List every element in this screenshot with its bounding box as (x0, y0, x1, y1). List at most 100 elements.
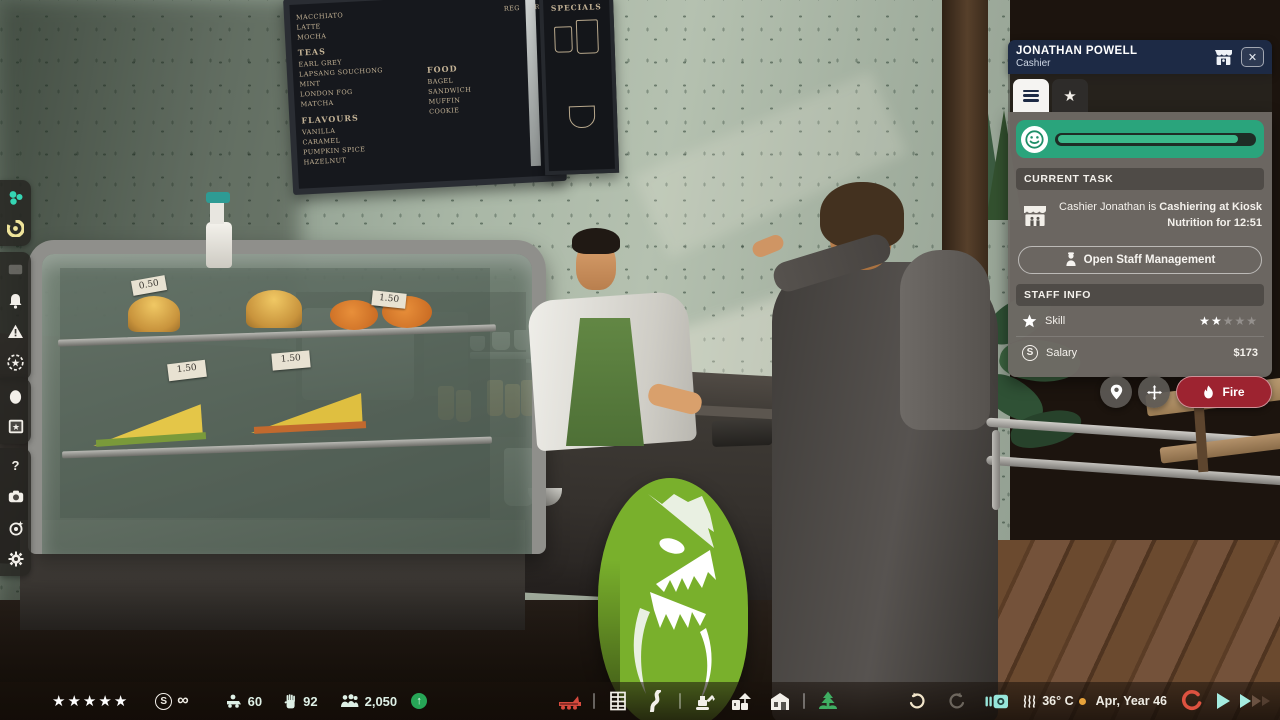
inbox-icon[interactable] (7, 261, 24, 278)
tab-overview[interactable] (1013, 79, 1049, 112)
undo-button[interactable] (902, 689, 932, 713)
play-button[interactable] (1217, 693, 1230, 709)
facilities-tool-button[interactable] (727, 689, 757, 713)
metal-rail (986, 456, 1280, 486)
challenges-star-icon[interactable]: ★ (7, 354, 24, 371)
workplace-shop-button[interactable] (1211, 46, 1235, 68)
salary-label: Salary (1046, 347, 1226, 359)
current-task-text: Cashier Jonathan is Cashiering at Kiosk … (1056, 200, 1262, 232)
happiness-smiley-icon (1021, 126, 1048, 153)
menu-food-list: BAGELSANDWICHMUFFINCOOKIE (427, 73, 499, 117)
scenery-tool-button[interactable] (765, 689, 795, 713)
salary-row: S Salary $173 (1016, 336, 1264, 369)
camera-mode-button[interactable] (982, 689, 1012, 713)
help-glyph: ? (12, 458, 20, 473)
money-coin-icon: S (155, 693, 172, 710)
spray-bottle-neck (210, 200, 224, 224)
fast-forward-icon-dim (1252, 695, 1261, 707)
funds-display[interactable]: S ∞ (155, 692, 188, 710)
park-management-icon[interactable] (7, 220, 24, 237)
rides-tool-button[interactable] (555, 689, 585, 713)
undo-icon (908, 692, 926, 710)
ride-icon (225, 694, 242, 708)
building-icon (768, 691, 792, 711)
menu-coffee-list: MACCHIATOLATTEMOCHA (296, 6, 415, 42)
skill-label: Skill (1045, 315, 1191, 327)
camera-icon[interactable] (7, 488, 24, 505)
track-grid-icon (609, 691, 627, 711)
photo-mode-icon[interactable] (7, 519, 24, 536)
kiosk-icon (1022, 204, 1048, 228)
funds-value: ∞ (177, 692, 188, 710)
locate-staff-button[interactable] (1100, 376, 1132, 408)
rides-stat[interactable]: 60 (225, 694, 262, 709)
spray-bottle-cap (206, 192, 230, 203)
skill-star-icon (1022, 314, 1037, 328)
alerts-warning-icon[interactable] (7, 323, 24, 340)
star-glyph: ★ (52, 693, 67, 710)
rides-count: 60 (248, 694, 262, 709)
terrain-tool-button[interactable] (689, 689, 719, 713)
barista-hair (572, 228, 620, 254)
staff-panel-header: JONATHAN POWELL Cashier ✕ (1008, 40, 1272, 74)
flat-rides-tool-button[interactable] (603, 689, 633, 713)
open-staff-management-button[interactable]: Open Staff Management (1018, 246, 1262, 274)
toolbar-separator (803, 693, 805, 709)
weather-display[interactable]: 36° C (1022, 694, 1085, 709)
notifications-bell-icon[interactable] (7, 292, 24, 309)
egg-icon[interactable] (7, 387, 24, 404)
photo-frame-icon[interactable]: ★ (7, 418, 24, 435)
coaster-icon (557, 692, 583, 710)
current-task-row: Cashier Jonathan is Cashiering at Kiosk … (1016, 190, 1264, 242)
weather-alert-dot (1079, 698, 1086, 705)
sim-speed-dial[interactable] (1177, 689, 1207, 713)
tree-icon (817, 691, 839, 712)
sidebar-group-system: ? (0, 448, 31, 576)
nature-tool-button[interactable] (813, 689, 843, 713)
heat-haze-icon (1022, 694, 1037, 709)
guests-icon (340, 694, 359, 708)
current-task-header: CURRENT TASK (1016, 168, 1264, 190)
game-date[interactable]: Apr, Year 46 (1096, 694, 1167, 708)
menu-flavour-list: VANILLACARAMELPUMPKIN SPICEHAZELNUT (302, 121, 422, 167)
up-arrow-icon: ↑ (416, 695, 422, 707)
cup-sketch (554, 26, 573, 53)
star-icon: ★ (1063, 87, 1076, 105)
staff-panel-body: CURRENT TASK Cashier Jonathan is Cashier… (1008, 112, 1272, 377)
park-rating-stars[interactable]: ★★★★★ (52, 692, 129, 710)
game-viewport: MACCHIATOLATTEMOCHA TEAS EARL GREYLAPSAN… (0, 0, 1280, 720)
settings-gear-icon[interactable] (7, 550, 24, 567)
list-item: REG (504, 3, 529, 170)
staff-stat[interactable]: 92 (284, 694, 317, 709)
guests-count: 2,050 (365, 694, 398, 709)
redo-icon (948, 692, 966, 710)
cup-sketch (569, 105, 596, 128)
guest-thoughts-icon[interactable] (7, 189, 24, 206)
spray-bottle (206, 222, 232, 268)
salary-value: $173 (1234, 347, 1258, 359)
happiness-meter (1016, 120, 1264, 158)
move-staff-button[interactable] (1138, 376, 1170, 408)
fire-button[interactable]: Fire (1176, 376, 1272, 408)
rail-post (992, 430, 1000, 510)
redo-button[interactable] (942, 689, 972, 713)
star-glyph: ★ (1246, 314, 1258, 328)
fire-button-label: Fire (1222, 385, 1244, 399)
paths-tool-button[interactable] (641, 689, 671, 713)
close-button[interactable]: ✕ (1241, 47, 1264, 67)
staff-name: JONATHAN POWELL (1016, 45, 1211, 57)
skill-stars: ★★★★★ (1199, 314, 1258, 328)
price-tag: 1.50 (271, 350, 310, 370)
skill-row: Skill ★★★★★ (1016, 306, 1264, 336)
star-glyph: ★ (83, 693, 98, 710)
fast-forward-button[interactable] (1240, 694, 1270, 708)
star-glyph: ★ (67, 693, 82, 710)
help-icon[interactable]: ? (7, 457, 24, 474)
hand-icon (284, 694, 297, 709)
map-pin-icon (1110, 384, 1123, 400)
guests-stat[interactable]: 2,050 (340, 694, 398, 709)
close-icon: ✕ (1248, 51, 1257, 64)
tab-favorite[interactable]: ★ (1052, 79, 1088, 112)
speed-arc-icon (1181, 690, 1203, 712)
temperature-value: 36° C (1042, 694, 1073, 708)
